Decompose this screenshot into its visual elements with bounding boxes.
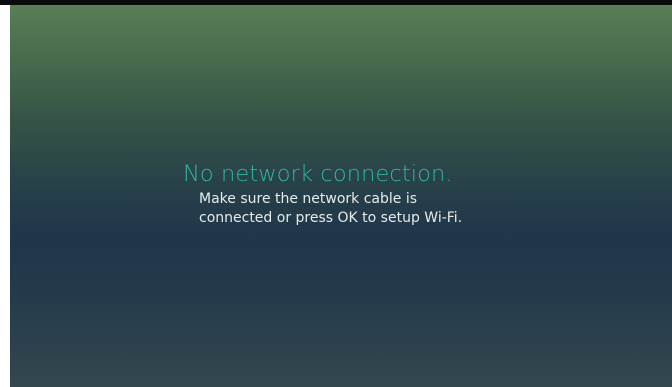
no-network-screen: No network connection. Make sure the net… <box>10 5 672 387</box>
error-description-line-2: connected or press OK to setup Wi-Fi. <box>199 210 463 226</box>
error-description-line-1: Make sure the network cable is <box>199 191 418 207</box>
network-error-message: No network connection. Make sure the net… <box>183 160 643 228</box>
tv-frame: No network connection. Make sure the net… <box>0 0 672 387</box>
error-description: Make sure the network cable is connected… <box>199 190 643 228</box>
error-title: No network connection. <box>183 161 453 187</box>
